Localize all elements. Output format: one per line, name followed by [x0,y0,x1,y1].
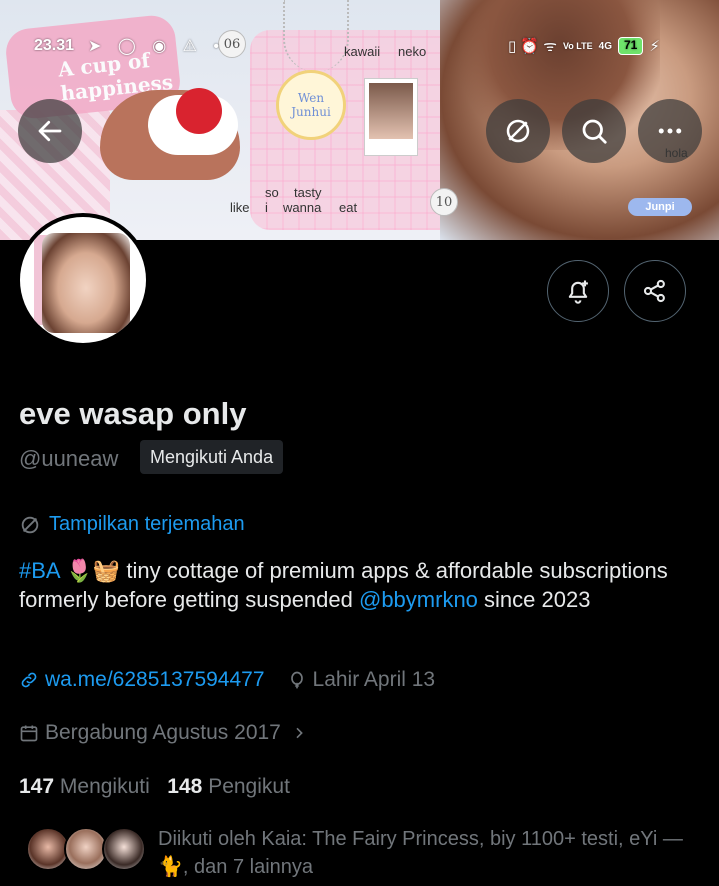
vibrate-alarm-wifi-icons: ▯ ⏰ ᯤ [508,38,557,55]
banner-word: eat [339,200,358,215]
banner-word: like [230,200,250,215]
status-bar: 23.31 ➤ ◯ ◉ ⚠ • ▯ ⏰ ᯤ Vo LTE 4G 71 ⚡ [0,0,719,94]
more-dots-icon [658,128,682,134]
follows-you-badge: Mengikuti Anda [140,440,284,474]
share-icon [643,279,665,303]
follow-counts: 147 Mengikuti 148 Pengikut [19,775,290,799]
more-options-button[interactable] [638,99,702,163]
chevron-right-icon [296,727,303,739]
hashtag-link[interactable]: #BA [19,558,59,583]
profile-meta: wa.me/6285137594477 Lahir April 13 [19,668,435,692]
notifications-button[interactable] [547,260,609,322]
banner-word: tasty [294,185,322,200]
balloon-icon [290,671,303,689]
user-handle: @uuneaw [19,446,119,471]
avatar-image [20,217,146,343]
system-icons: ▯ ⏰ ᯤ Vo LTE 4G 71 ⚡ [508,36,660,56]
translate-label: Tampilkan terjemahan [49,513,245,535]
joined-date-row[interactable]: Bergabung Agustus 2017 [19,721,313,745]
followers-count: 148 [167,775,203,798]
bell-plus-icon [568,280,588,304]
profile-avatar[interactable] [16,213,150,347]
banner-word: so [265,185,279,200]
back-button[interactable] [18,99,82,163]
birthday-text: Lahir April 13 [312,668,436,691]
profile-bio: #BA 🌷🧺 tiny cottage of premium apps & af… [19,556,709,614]
banner-number: 10 [430,188,458,216]
charging-icon: ⚡ [649,38,660,55]
following-label: Mengikuti [59,775,150,798]
display-name: eve wasap only [19,396,247,431]
following-count: 147 [19,775,55,798]
search-button[interactable] [562,99,626,163]
followers-label: Pengikut [208,775,290,798]
status-time: 23.31 [34,37,75,54]
joined-text: Bergabung Agustus 2017 [45,721,281,744]
translate-toggle-button[interactable] [486,99,550,163]
network-icon: 4G [598,40,612,52]
bio-emoji: 🌷🧺 [65,558,121,583]
banner-word: wanna [283,200,322,215]
mention-link[interactable]: @bbymrkno [359,587,478,612]
following-link[interactable]: 147 Mengikuti [19,775,150,798]
show-translation-link[interactable]: Tampilkan terjemahan [19,513,245,536]
share-button[interactable] [624,260,686,322]
follower-avatar [102,827,146,871]
notification-icons: ➤ ◯ ◉ ⚠ • [88,38,225,55]
cherry-illustration [176,88,222,134]
followed-by-text: Diikuti oleh Kaia: The Fairy Princess, b… [158,828,683,878]
bio-text: since 2023 [477,587,591,612]
followers-link[interactable]: 148 Pengikut [167,775,290,798]
arrow-left-icon [38,120,62,142]
no-translate-icon [21,516,39,533]
avatar-photo [42,233,130,333]
banner-tag: Junpi [628,198,692,216]
link-icon [21,672,37,688]
banner-word: i [265,200,268,215]
no-translate-icon [506,119,530,143]
volte-icon: Vo LTE [562,40,593,51]
battery-icon: 71 [617,37,644,55]
website-link[interactable]: wa.me/6285137594477 [45,668,265,692]
calendar-icon [20,725,38,742]
search-icon [582,119,607,144]
followed-by-section[interactable]: Diikuti oleh Kaia: The Fairy Princess, b… [26,825,716,885]
